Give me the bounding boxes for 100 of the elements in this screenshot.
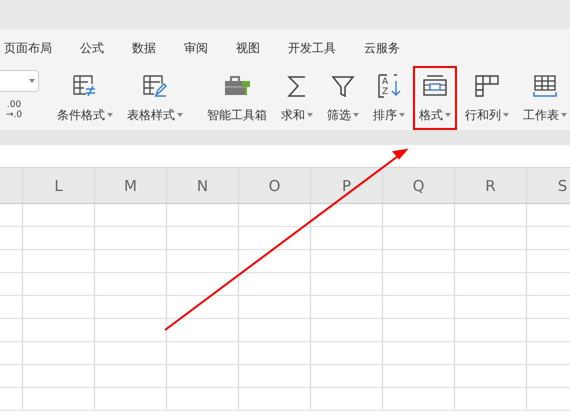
table-cell[interactable] <box>311 365 383 388</box>
caret-icon <box>29 79 35 83</box>
table-cell[interactable] <box>23 227 95 250</box>
table-cell[interactable] <box>95 273 167 296</box>
table-cell[interactable] <box>311 250 383 273</box>
table-cell[interactable] <box>383 250 455 273</box>
table-cell[interactable] <box>239 388 311 411</box>
table-cell[interactable] <box>383 204 455 227</box>
table-cell[interactable] <box>0 365 23 388</box>
ribbon-button[interactable]: A Z 排序 <box>367 66 411 130</box>
table-cell[interactable] <box>95 365 167 388</box>
table-cell[interactable] <box>23 319 95 342</box>
table-cell[interactable] <box>23 342 95 365</box>
table-cell[interactable] <box>239 319 311 342</box>
table-cell[interactable] <box>383 342 455 365</box>
table-cell[interactable] <box>383 227 455 250</box>
table-cell[interactable] <box>455 342 527 365</box>
table-cell[interactable] <box>239 250 311 273</box>
table-cell[interactable] <box>167 273 239 296</box>
table-cell[interactable] <box>95 296 167 319</box>
table-cell[interactable] <box>311 319 383 342</box>
table-cell[interactable] <box>95 250 167 273</box>
column-header[interactable]: Q <box>383 168 455 204</box>
table-cell[interactable] <box>239 296 311 319</box>
table-cell[interactable] <box>23 388 95 411</box>
table-cell[interactable] <box>455 250 527 273</box>
table-cell[interactable] <box>383 296 455 319</box>
table-cell[interactable] <box>167 227 239 250</box>
table-cell[interactable] <box>383 365 455 388</box>
decimal-button[interactable]: .00 →.0 <box>6 100 22 120</box>
table-cell[interactable] <box>0 319 23 342</box>
table-cell[interactable] <box>167 204 239 227</box>
ribbon-button[interactable]: 智能工具箱 <box>201 66 273 130</box>
table-cell[interactable] <box>311 342 383 365</box>
table-cell[interactable] <box>95 342 167 365</box>
table-cell[interactable] <box>383 319 455 342</box>
table-cell[interactable] <box>455 227 527 250</box>
table-cell[interactable] <box>0 250 23 273</box>
table-cell[interactable] <box>455 273 527 296</box>
ribbon-button[interactable]: 格式 <box>413 66 457 130</box>
table-cell[interactable] <box>239 227 311 250</box>
table-cell[interactable] <box>167 365 239 388</box>
ribbon-button[interactable]: 求和 <box>275 66 319 130</box>
table-cell[interactable] <box>455 319 527 342</box>
caret-icon <box>399 113 405 117</box>
column-header[interactable]: M <box>95 168 167 204</box>
table-cell[interactable] <box>311 388 383 411</box>
table-cell[interactable] <box>0 296 23 319</box>
table-cell[interactable] <box>23 273 95 296</box>
column-header[interactable]: S <box>527 168 570 204</box>
table-cell[interactable] <box>455 204 527 227</box>
table-cell[interactable] <box>23 204 95 227</box>
table-cell[interactable] <box>455 296 527 319</box>
ribbon-button[interactable]: 行和列 <box>459 66 515 130</box>
ribbon-tab[interactable]: 数据 <box>132 40 156 56</box>
table-cell[interactable] <box>0 388 23 411</box>
column-header[interactable]: O <box>239 168 311 204</box>
ribbon-button[interactable]: 条件格式 <box>51 66 119 130</box>
table-cell[interactable] <box>311 227 383 250</box>
ribbon-tab[interactable]: 视图 <box>236 40 260 56</box>
table-cell[interactable] <box>311 204 383 227</box>
table-cell[interactable] <box>95 204 167 227</box>
ribbon-button[interactable]: 工作表 <box>517 66 570 130</box>
table-cell[interactable] <box>0 204 23 227</box>
table-cell[interactable] <box>239 204 311 227</box>
table-cell[interactable] <box>23 365 95 388</box>
column-header[interactable]: R <box>455 168 527 204</box>
ribbon-tab[interactable]: 审阅 <box>184 40 208 56</box>
column-header[interactable]: L <box>23 168 95 204</box>
column-header[interactable]: N <box>167 168 239 204</box>
font-size-dropdown[interactable] <box>0 70 39 92</box>
ribbon-tab[interactable]: 公式 <box>80 40 104 56</box>
table-cell[interactable] <box>383 273 455 296</box>
table-cell[interactable] <box>167 319 239 342</box>
table-cell[interactable] <box>23 296 95 319</box>
table-cell[interactable] <box>455 365 527 388</box>
table-cell[interactable] <box>0 227 23 250</box>
table-cell[interactable] <box>239 273 311 296</box>
table-cell[interactable] <box>383 388 455 411</box>
table-cell[interactable] <box>23 250 95 273</box>
table-cell[interactable] <box>239 365 311 388</box>
ribbon-button[interactable]: 表格样式 <box>121 66 189 130</box>
table-cell[interactable] <box>167 296 239 319</box>
table-cell[interactable] <box>95 319 167 342</box>
table-cell[interactable] <box>0 273 23 296</box>
ribbon-button[interactable]: 筛选 <box>321 66 365 130</box>
table-cell[interactable] <box>167 250 239 273</box>
table-cell[interactable] <box>455 388 527 411</box>
table-cell[interactable] <box>167 342 239 365</box>
ribbon-tab[interactable]: 页面布局 <box>4 40 52 56</box>
ribbon-tab[interactable]: 云服务 <box>364 40 400 56</box>
table-cell[interactable] <box>311 296 383 319</box>
table-cell[interactable] <box>0 342 23 365</box>
table-cell[interactable] <box>167 388 239 411</box>
table-cell[interactable] <box>239 342 311 365</box>
column-header[interactable]: P <box>311 168 383 204</box>
table-cell[interactable] <box>95 227 167 250</box>
table-cell[interactable] <box>95 388 167 411</box>
table-cell[interactable] <box>311 273 383 296</box>
ribbon-tab[interactable]: 开发工具 <box>288 40 336 56</box>
